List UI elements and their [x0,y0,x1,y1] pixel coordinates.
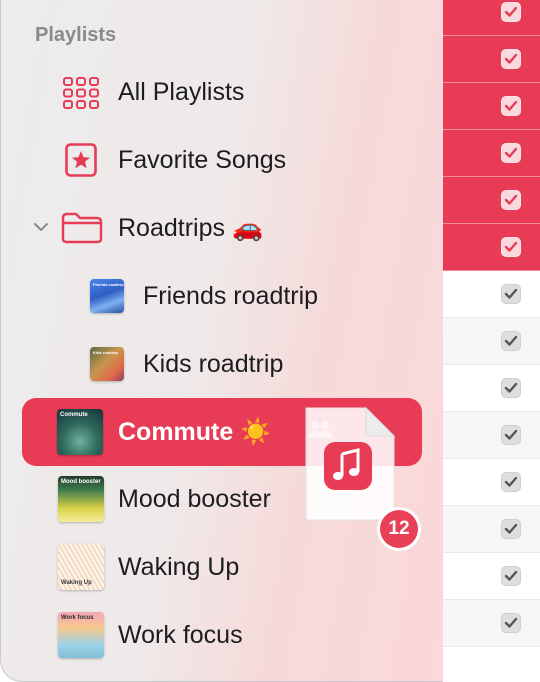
table-row[interactable] [443,506,540,553]
sidebar-item-label: All Playlists [118,77,245,106]
table-row[interactable] [443,224,540,271]
table-row[interactable] [443,130,540,177]
sidebar-item-friends-roadtrip[interactable]: Friends roadtrip Friends roadtrip [21,265,423,327]
table-row[interactable] [443,83,540,130]
checkbox[interactable] [501,378,521,398]
sidebar-item-waking-up[interactable]: Waking Up Waking Up [21,536,423,598]
sidebar-item-label: Friends roadtrip [143,281,319,310]
playlist-artwork: Friends roadtrip [90,279,124,313]
playlist-artwork: Commute [57,409,103,455]
table-row[interactable] [443,600,540,647]
checkbox[interactable] [501,566,521,586]
checkbox[interactable] [501,331,521,351]
star-icon [65,143,97,182]
sidebar: Playlists All Playlists Favorite Songs R… [0,0,443,682]
table-row[interactable] [443,318,540,365]
sidebar-item-roadtrips-folder[interactable]: Roadtrips 🚗 [21,197,423,259]
folder-icon [61,212,103,249]
dragged-song-document[interactable] [302,404,398,524]
checkbox[interactable] [501,425,521,445]
checkbox[interactable] [501,472,521,492]
table-row[interactable] [443,412,540,459]
checkbox[interactable] [501,49,521,69]
checkbox[interactable] [501,237,521,257]
sidebar-item-label: Commute ☀️ [118,417,272,446]
table-row[interactable] [443,459,540,506]
checkbox[interactable] [501,284,521,304]
sidebar-item-work-focus[interactable]: Work focus Work focus [21,604,423,666]
playlist-artwork: Waking Up [58,544,104,590]
checkbox[interactable] [501,2,521,22]
sidebar-item-all-playlists[interactable]: All Playlists [21,61,423,123]
section-title-playlists: Playlists [35,24,117,46]
table-row[interactable] [443,177,540,224]
checkbox[interactable] [501,143,521,163]
song-table [443,0,540,682]
checkbox[interactable] [501,96,521,116]
checkbox[interactable] [501,519,521,539]
sidebar-item-label: Waking Up [118,552,240,581]
sidebar-item-label: Kids roadtrip [143,349,284,378]
checkbox[interactable] [501,190,521,210]
table-row[interactable] [443,36,540,83]
sidebar-item-favorite-songs[interactable]: Favorite Songs [21,129,423,191]
drag-count-badge: 12 [380,510,418,548]
table-row[interactable] [443,271,540,318]
playlist-artwork: Mood booster [58,476,104,522]
grid-icon [63,77,99,114]
table-row[interactable] [443,553,540,600]
sidebar-item-label: Roadtrips 🚗 [118,213,264,242]
playlist-artwork: Kids roadtrip [90,347,124,381]
sidebar-item-label: Favorite Songs [118,145,287,174]
sidebar-item-label: Mood booster [118,484,271,513]
sidebar-item-label: Work focus [118,620,243,649]
chevron-down-icon[interactable] [31,217,51,237]
table-row[interactable] [443,0,540,36]
playlist-artwork: Work focus [58,612,104,658]
music-note-icon [325,446,373,494]
checkbox[interactable] [501,613,521,633]
sidebar-item-kids-roadtrip[interactable]: Kids roadtrip Kids roadtrip [21,333,423,395]
table-row[interactable] [443,365,540,412]
